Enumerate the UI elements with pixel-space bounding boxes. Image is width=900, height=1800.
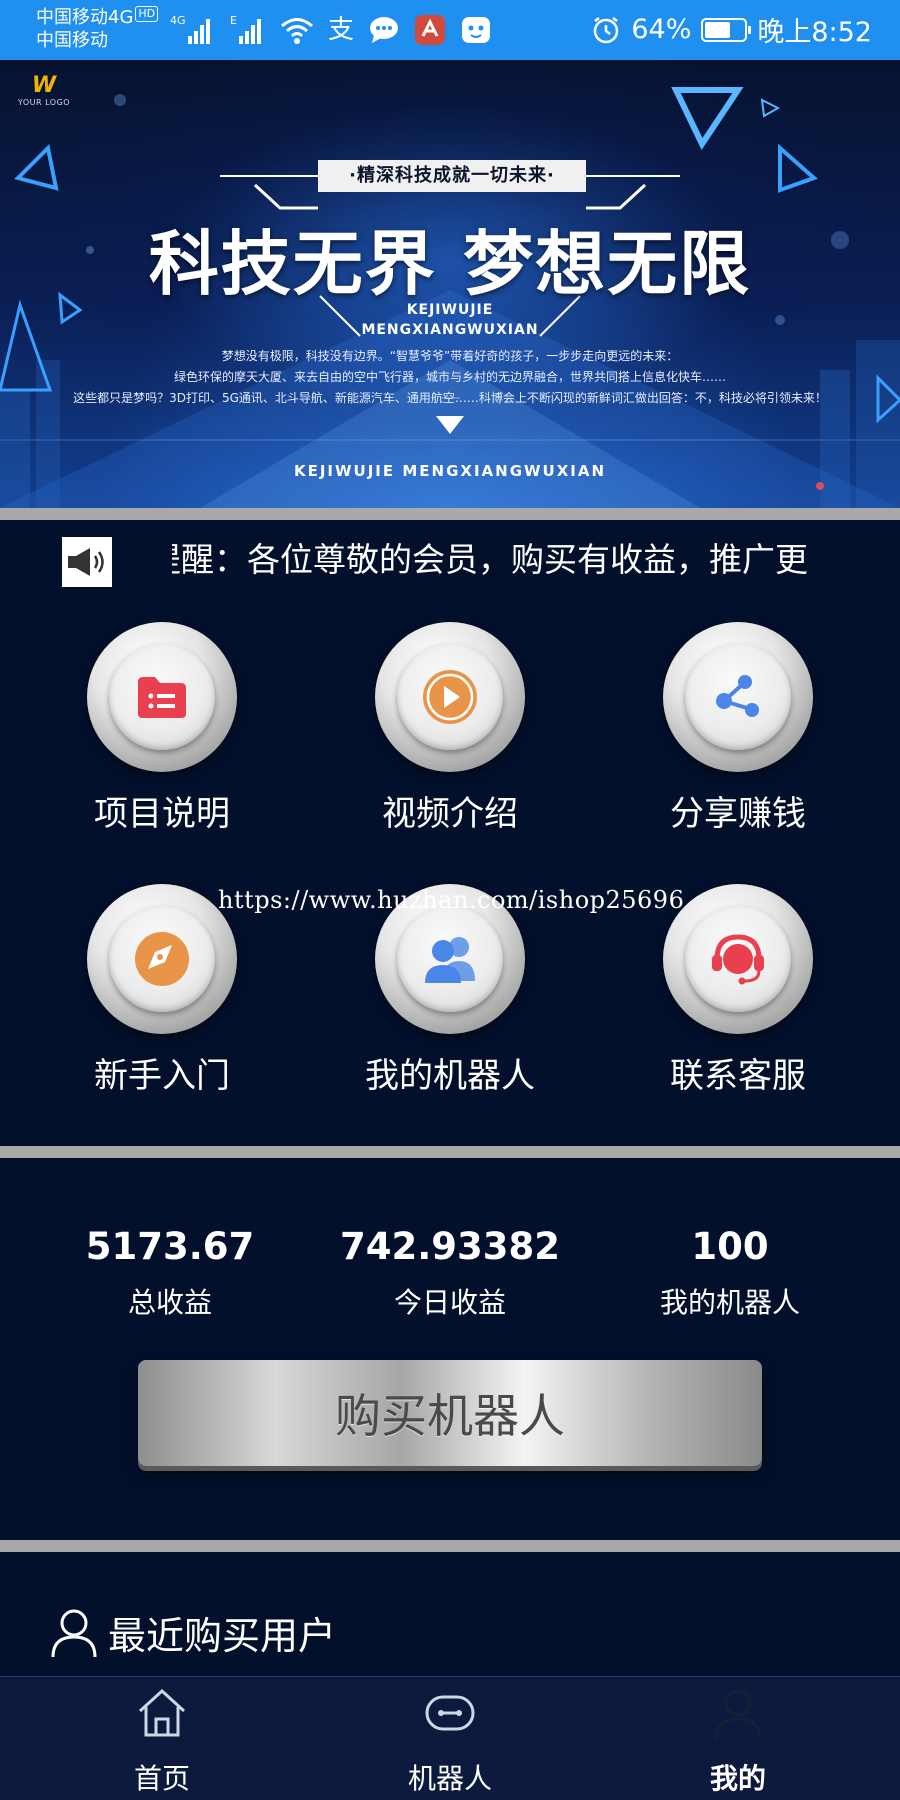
carrier-info: 中国移动4G HD 中国移动 [36, 6, 159, 52]
banner-pinyin: KEJIWUJIE MENGXIANGWUXIAN [0, 300, 900, 340]
robot-icon [425, 1695, 475, 1731]
menu-button[interactable] [87, 884, 237, 1034]
headset-icon [712, 934, 764, 985]
clock: 晚上8:52 [757, 17, 872, 48]
stat-total-earnings: 5173.67 总收益 [30, 1222, 310, 1322]
banner-description-line: 梦想没有极限，科技没有边界。“智慧爷爷”带着好奇的孩子，一步步走向更远的未来： [221, 349, 679, 363]
battery-percentage: 64% [631, 14, 692, 45]
nav-label: 机器人 [407, 1762, 492, 1795]
banner-pinyin-line: KEJIWUJIE [406, 302, 494, 318]
stat-value: 100 [691, 1225, 769, 1268]
menu-item-video-intro[interactable]: 视频介绍 [330, 622, 570, 862]
users-icon [425, 937, 475, 983]
buy-robot-button[interactable]: 购买机器人 [138, 1360, 762, 1466]
network-type-label: E [230, 14, 237, 27]
stat-label: 总收益 [127, 1286, 212, 1319]
watermark-text: https://www.huzhan.com/ishop25696 [218, 886, 685, 914]
menu-label: 项目说明 [94, 794, 230, 834]
compass-icon [135, 932, 189, 986]
battery-icon [701, 17, 752, 42]
stat-my-robots: 100 我的机器人 [590, 1222, 870, 1322]
nav-profile[interactable]: 我的 [588, 1677, 888, 1800]
nav-home[interactable]: 首页 [12, 1677, 312, 1800]
hd-badge: HD [135, 6, 159, 22]
chat-bubble-icon [370, 17, 399, 43]
menu-button[interactable] [663, 884, 813, 1034]
section-divider [0, 1146, 900, 1158]
play-icon [423, 670, 477, 724]
stat-value: 742.93382 [339, 1225, 560, 1268]
banner-tagline: ·精深科技成就一切未来· [318, 160, 586, 192]
recent-buyers-title: 最近购买用户 [108, 1614, 337, 1658]
menu-label: 视频介绍 [382, 794, 518, 834]
nav-label: 首页 [133, 1762, 190, 1795]
signal-strength-icon: E [230, 14, 261, 44]
stat-label: 我的机器人 [659, 1286, 800, 1319]
megaphone-icon [62, 537, 112, 587]
banner-description-line: 这些都只是梦吗？3D打印、5G通讯、北斗导航、新能源汽车、通用航空……科博会上不… [73, 391, 827, 405]
app-bot-icon [462, 17, 491, 43]
menu-item-my-robots[interactable]: 我的机器人 [330, 884, 570, 1124]
alarm-clock-icon [594, 16, 619, 43]
status-bar: 中国移动4G HD 中国移动 4G E 支 64% 晚上8:52 [0, 0, 900, 60]
banner-description: 梦想没有极限，科技没有边界。“智慧爷爷”带着好奇的孩子，一步步走向更远的未来： … [50, 346, 850, 409]
bottom-navigation: 首页 机器人 我的 [0, 1676, 900, 1800]
nav-robot[interactable]: 机器人 [300, 1677, 600, 1800]
menu-button[interactable] [87, 622, 237, 772]
alipay-icon: 支 [328, 15, 355, 45]
home-icon [138, 1688, 186, 1737]
section-divider [0, 508, 900, 520]
stat-label: 今日收益 [393, 1286, 506, 1319]
recent-buyers-header: 最近购买用户 [50, 1605, 336, 1660]
carrier-secondary: 中国移动 [36, 30, 108, 51]
carrier-primary: 中国移动4G [36, 7, 134, 28]
share-icon [716, 675, 759, 717]
menu-item-customer-service[interactable]: 联系客服 [618, 884, 858, 1124]
banner-pinyin-line: MENGXIANGWUXIAN [361, 322, 539, 338]
nav-label: 我的 [709, 1762, 766, 1795]
brand-logo: W YOUR LOGO [17, 73, 71, 108]
menu-label: 分享赚钱 [670, 794, 806, 834]
notification-icons: 支 [280, 14, 492, 46]
banner-title: 科技无界 梦想无限 [148, 223, 752, 305]
status-right: 64% 晚上8:52 [591, 10, 872, 49]
banner-description-line: 绿色环保的摩天大厦、来去自由的空中飞行器，城市与乡村的无边界融合，世界共同搭上信… [173, 370, 726, 384]
folder-list-icon [138, 677, 186, 718]
menu-item-project-info[interactable]: 项目说明 [42, 622, 282, 862]
stat-today-earnings: 742.93382 今日收益 [310, 1222, 590, 1322]
network-type-label: 4G [170, 14, 186, 27]
promo-banner[interactable]: W YOUR LOGO ·精深科技成就一切未来· 科技无界 梦想无限 KEJIW… [0, 60, 900, 508]
app-notification-icon [415, 15, 446, 45]
menu-button[interactable] [663, 622, 813, 772]
menu-button[interactable] [375, 622, 525, 772]
menu-label: 新手入门 [94, 1056, 230, 1096]
menu-item-beginner-guide[interactable]: 新手入门 [42, 884, 282, 1124]
notice-bar[interactable]: 提醒：各位尊敬的会员，购买有收益，推广更 [0, 520, 900, 600]
banner-footer: KEJIWUJIE MENGXIANGWUXIAN [293, 462, 607, 480]
wifi-icon [281, 18, 313, 44]
menu-label: 我的机器人 [365, 1056, 535, 1096]
notice-text: 提醒：各位尊敬的会员，购买有收益，推广更 [172, 540, 808, 579]
notice-marquee: 提醒：各位尊敬的会员，购买有收益，推广更 [172, 536, 824, 584]
signal-strength-icon: 4G [170, 14, 210, 44]
user-icon [51, 1609, 97, 1657]
section-divider [0, 1540, 900, 1552]
stat-value: 5173.67 [85, 1225, 255, 1268]
menu-item-share-earn[interactable]: 分享赚钱 [618, 622, 858, 862]
menu-label: 联系客服 [670, 1056, 806, 1096]
logo-text: YOUR LOGO [17, 98, 71, 107]
profile-icon [714, 1689, 762, 1739]
